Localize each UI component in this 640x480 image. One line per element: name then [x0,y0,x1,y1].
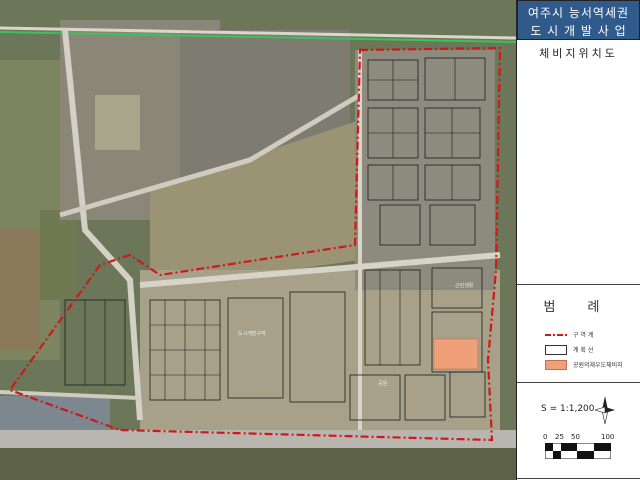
plan-line-icon [545,345,567,355]
project-title-line2: 도 시 개 발 사 업 [530,24,627,38]
scale-tick: 25 [555,433,564,441]
aerial-map[interactable]: 도시개발구역 공원 근린생활 [0,0,517,480]
info-panel: 여주시 능서역세권 도 시 개 발 사 업 체비지위치도 범 례 구 역 계 계… [517,0,640,480]
legend-label: 계 획 선 [573,347,594,354]
scale-tick: 50 [571,433,580,441]
map-label: 도시개발구역 [238,331,266,337]
divider [517,478,640,479]
divider [517,284,640,285]
scale-ratio: S = 1:1,200 [541,404,595,414]
legend-label: 공원의재우도체비지 [573,362,623,369]
divider [517,382,640,383]
scale-bar [545,443,611,459]
legend-title: 범 례 [543,300,614,315]
aerial-map-canvas [0,0,516,480]
map-label: 근린생활 [455,283,474,289]
title-block: 여주시 능서역세권 도 시 개 발 사 업 [517,0,640,40]
scale-tick: 100 [601,433,615,441]
reserved-land-parcel [433,338,479,370]
boundary-line-icon [545,334,567,336]
map-sheet: 도시개발구역 공원 근린생활 여주시 능서역세권 도 시 개 발 사 업 체비지… [0,0,640,480]
site-fill-icon [545,360,567,370]
legend-label: 구 역 계 [573,332,594,339]
sheet-subtitle: 체비지위치도 [539,47,618,60]
scale-tick: 0 [543,433,548,441]
north-arrow-icon [595,396,615,424]
map-label: 공원 [378,381,388,387]
project-title-line1: 여주시 능서역세권 [527,6,630,20]
